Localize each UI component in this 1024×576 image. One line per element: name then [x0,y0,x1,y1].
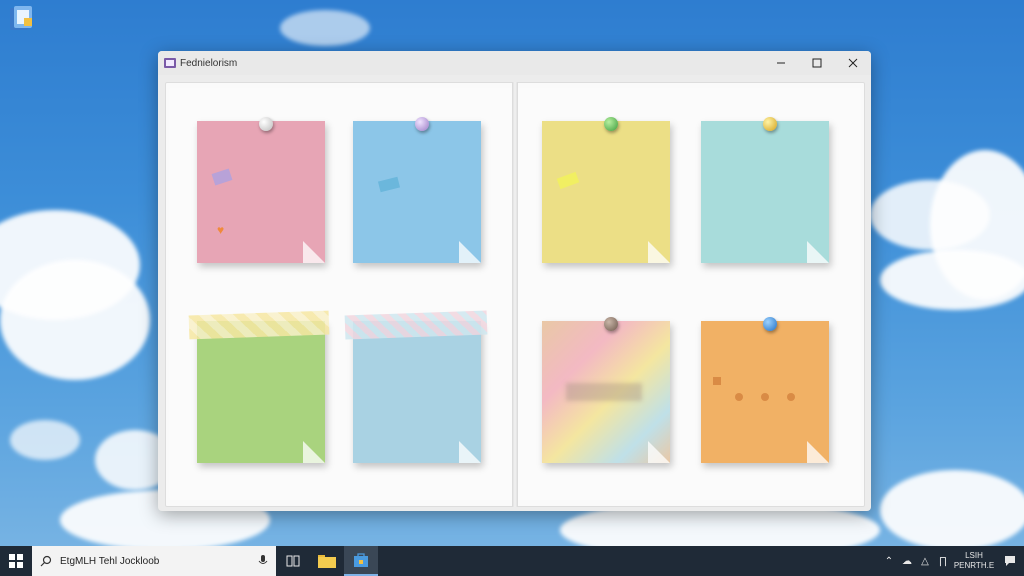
maximize-icon [812,58,822,68]
notebook: ♥ [165,82,865,507]
book-spine [512,82,518,507]
close-icon [848,58,858,68]
start-button[interactable] [0,546,32,576]
page-curl [648,241,670,263]
network-icon[interactable]: △ [916,546,934,576]
heart-sticker: ♥ [217,223,225,237]
app-window: Fednielorism ♥ [158,51,871,511]
tape-sticker [556,171,580,190]
page-curl [807,441,829,463]
clock-time: LSIH [965,551,983,560]
app-icon [164,58,176,68]
page-curl [807,241,829,263]
taskbar: EtgMLH Tehl Jockloob ⌃ ☁ △ ∏ LSIH PENRTH… [0,546,1024,576]
pushpin-icon [604,317,618,331]
pushpin-icon [763,317,777,331]
store-icon [354,553,368,567]
washi-tape [344,310,488,340]
maximize-button[interactable] [799,51,835,75]
minimize-button[interactable] [763,51,799,75]
pushpin-icon [763,117,777,131]
pushpin-icon [415,117,429,131]
windows-icon [9,554,23,568]
page-curl [648,441,670,463]
microphone-icon[interactable] [258,555,268,567]
chevron-up-icon[interactable]: ⌃ [880,546,898,576]
taskbar-search-box[interactable]: EtgMLH Tehl Jockloob [32,546,276,576]
task-view-button[interactable] [276,546,310,576]
search-icon [40,555,52,567]
clock[interactable]: LSIH PENRTH.E [952,551,996,571]
desktop-app-icon[interactable] [8,4,34,32]
blurred-text [566,383,642,401]
sticky-note-yellow[interactable] [542,117,670,263]
sticky-note-blue[interactable] [353,117,481,263]
title-bar[interactable]: Fednielorism [158,51,871,75]
tape-sticker [377,176,401,193]
sticky-note-light-blue[interactable] [344,310,488,463]
cloud-icon[interactable]: ☁ [898,546,916,576]
notification-icon[interactable] [996,546,1024,576]
sticky-note-green[interactable] [188,310,330,463]
volume-icon[interactable]: ∏ [934,546,952,576]
page-curl [303,441,325,463]
minimize-icon [777,62,785,64]
sticky-note-pink[interactable]: ♥ [197,117,325,263]
washi-tape [188,310,330,340]
sticky-note-teal[interactable] [701,117,829,263]
sticky-note-orange[interactable] [701,317,829,463]
dot-sticker [761,393,769,401]
window-title: Fednielorism [180,57,238,69]
store-button[interactable] [344,546,378,576]
tape-sticker [211,168,233,186]
folder-icon [318,555,336,568]
file-explorer-button[interactable] [310,546,344,576]
page-curl [303,241,325,263]
dot-sticker [713,377,721,385]
page-curl [459,241,481,263]
pushpin-icon [604,117,618,131]
search-text: EtgMLH Tehl Jockloob [60,555,160,567]
clock-date: PENRTH.E [953,561,995,570]
pushpin-icon [259,117,273,131]
system-tray: ⌃ ☁ △ ∏ LSIH PENRTH.E [880,546,1024,576]
page-curl [459,441,481,463]
dot-sticker [735,393,743,401]
task-view-icon [286,555,300,567]
action-center-icon [1005,556,1015,566]
sticky-note-pastel[interactable] [542,317,670,463]
close-button[interactable] [835,51,871,75]
dot-sticker [787,393,795,401]
